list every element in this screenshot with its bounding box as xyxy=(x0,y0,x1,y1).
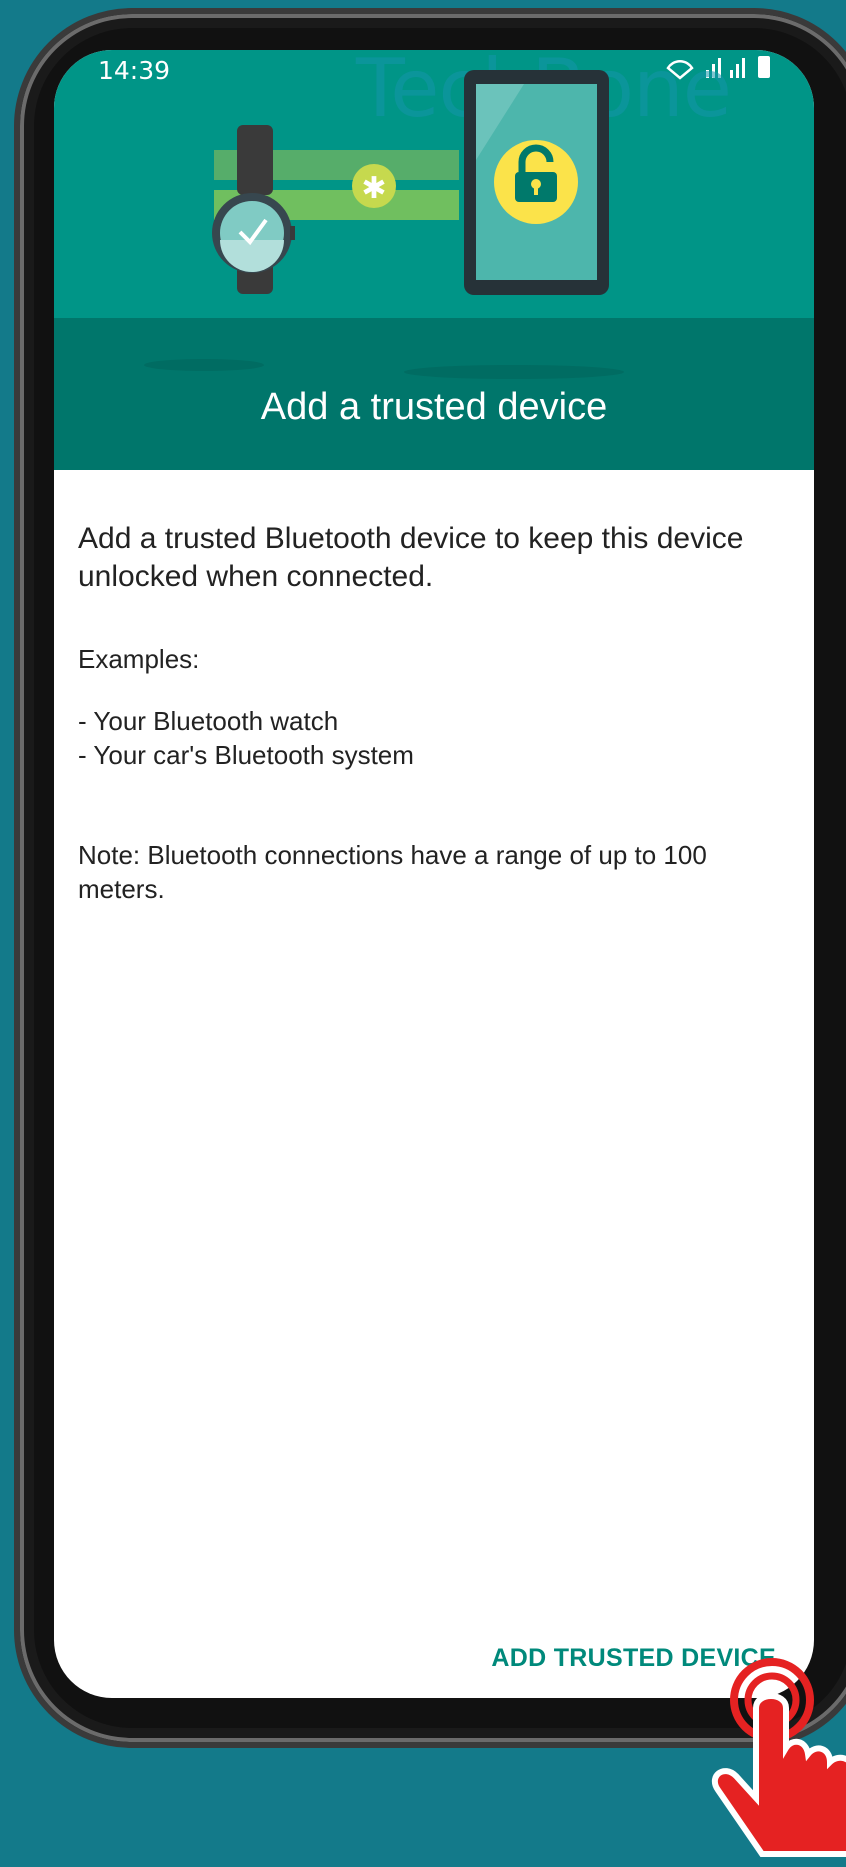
example-item: - Your Bluetooth watch xyxy=(78,706,339,736)
screen: 14:39 TechBone ✱ xyxy=(54,50,814,1698)
note-text: Note: Bluetooth connections have a range… xyxy=(78,840,707,904)
content-area: Add a trusted Bluetooth device to keep t… xyxy=(78,470,790,906)
examples-heading: Examples: xyxy=(78,644,200,674)
examples-list: - Your Bluetooth watch - Your car's Blue… xyxy=(78,704,790,772)
tap-pointer-icon xyxy=(711,1658,846,1857)
example-item: - Your car's Bluetooth system xyxy=(78,740,414,770)
description-text: Add a trusted Bluetooth device to keep t… xyxy=(78,522,744,593)
header-illustration: 14:39 TechBone ✱ xyxy=(54,50,814,470)
page-title: Add a trusted device xyxy=(260,386,608,428)
svg-text:✱: ✱ xyxy=(361,171,386,206)
